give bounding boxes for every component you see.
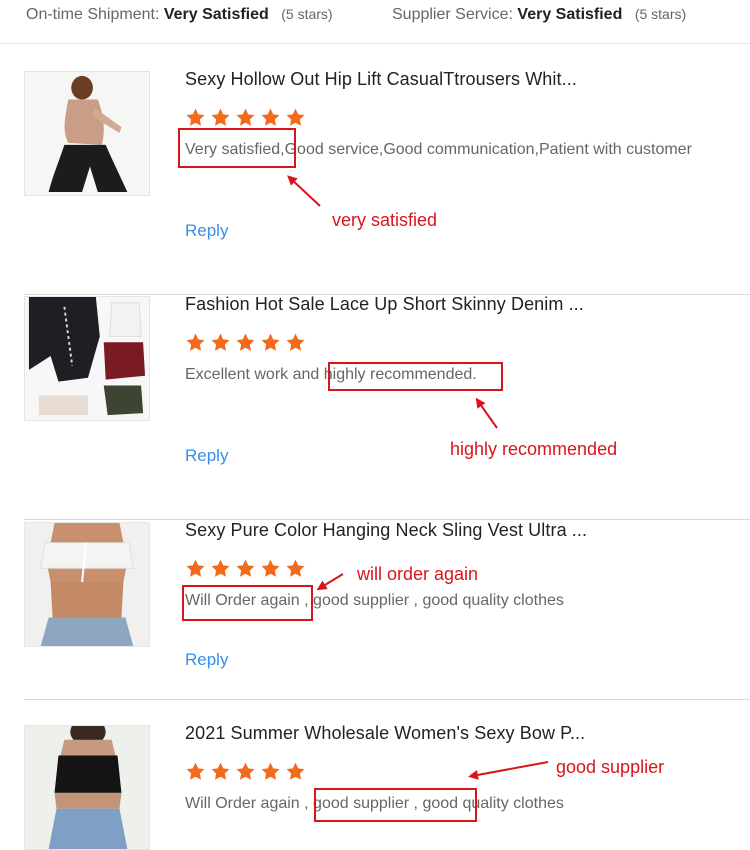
service-stars: (5 stars) (634, 6, 687, 22)
star-icon (286, 108, 305, 126)
star-icon (186, 108, 205, 126)
star-rating (185, 107, 306, 129)
product-photo-denim-shorts (25, 297, 149, 420)
product-photo-vest (25, 523, 149, 646)
on-time-shipment-rating: On-time Shipment: Very Satisfied (5 star… (26, 6, 333, 24)
star-rating (185, 332, 306, 354)
reply-link[interactable]: Reply (185, 446, 228, 466)
annotation-label: good supplier (556, 757, 665, 777)
review-item: Sexy Pure Color Hanging Neck Sling Vest … (24, 520, 750, 700)
supplier-service-rating: Supplier Service: Very Satisfied (5 star… (392, 6, 686, 24)
star-icon (186, 559, 205, 577)
shipment-stars: (5 stars) (281, 6, 333, 22)
star-icon (211, 762, 230, 780)
star-icon (261, 762, 280, 780)
product-thumbnail[interactable] (24, 296, 150, 421)
reply-link[interactable]: Reply (185, 650, 228, 670)
seller-rating-bar: On-time Shipment: Very Satisfied (5 star… (0, 0, 750, 44)
product-title[interactable]: 2021 Summer Wholesale Women's Sexy Bow P… (185, 723, 585, 744)
star-icon (236, 559, 255, 577)
product-title[interactable]: Sexy Hollow Out Hip Lift CasualTtrousers… (185, 69, 577, 90)
star-icon (186, 762, 205, 780)
star-rating (185, 761, 306, 783)
shipment-label: On-time Shipment: (26, 6, 160, 23)
product-photo-bow-top (25, 726, 149, 849)
star-icon (211, 559, 230, 577)
review-item: Fashion Hot Sale Lace Up Short Skinny De… (24, 294, 750, 520)
annotation-label: will order again (357, 564, 479, 584)
product-title[interactable]: Fashion Hot Sale Lace Up Short Skinny De… (185, 294, 584, 315)
star-icon (211, 333, 230, 351)
review-comment: Will Order again , good supplier , good … (185, 592, 564, 609)
star-rating (185, 558, 306, 580)
star-icon (236, 108, 255, 126)
star-icon (261, 333, 280, 351)
star-icon (286, 762, 305, 780)
star-icon (186, 333, 205, 351)
star-icon (261, 559, 280, 577)
star-icon (261, 108, 280, 126)
product-photo-trousers (25, 72, 149, 195)
annotation-label: highly recommended (450, 439, 618, 459)
annotation-label: very satisfied (332, 210, 438, 230)
service-value: Very Satisfied (517, 6, 623, 23)
star-icon (286, 559, 305, 577)
star-icon (286, 333, 305, 351)
star-icon (236, 333, 255, 351)
service-label: Supplier Service: (392, 6, 513, 23)
product-thumbnail[interactable] (24, 725, 150, 850)
star-icon (211, 108, 230, 126)
review-item: Sexy Hollow Out Hip Lift CasualTtrousers… (24, 69, 750, 295)
review-item: 2021 Summer Wholesale Women's Sexy Bow P… (24, 723, 750, 850)
review-comment: Very satisfied,Good service,Good communi… (185, 141, 692, 158)
shipment-value: Very Satisfied (163, 6, 269, 23)
product-thumbnail[interactable] (24, 522, 150, 647)
reply-link[interactable]: Reply (185, 221, 228, 241)
review-comment: Will Order again , good supplier , good … (185, 795, 564, 812)
product-thumbnail[interactable] (24, 71, 150, 196)
star-icon (236, 762, 255, 780)
review-comment: Excellent work and highly recommended. (185, 366, 477, 383)
product-title[interactable]: Sexy Pure Color Hanging Neck Sling Vest … (185, 520, 587, 541)
